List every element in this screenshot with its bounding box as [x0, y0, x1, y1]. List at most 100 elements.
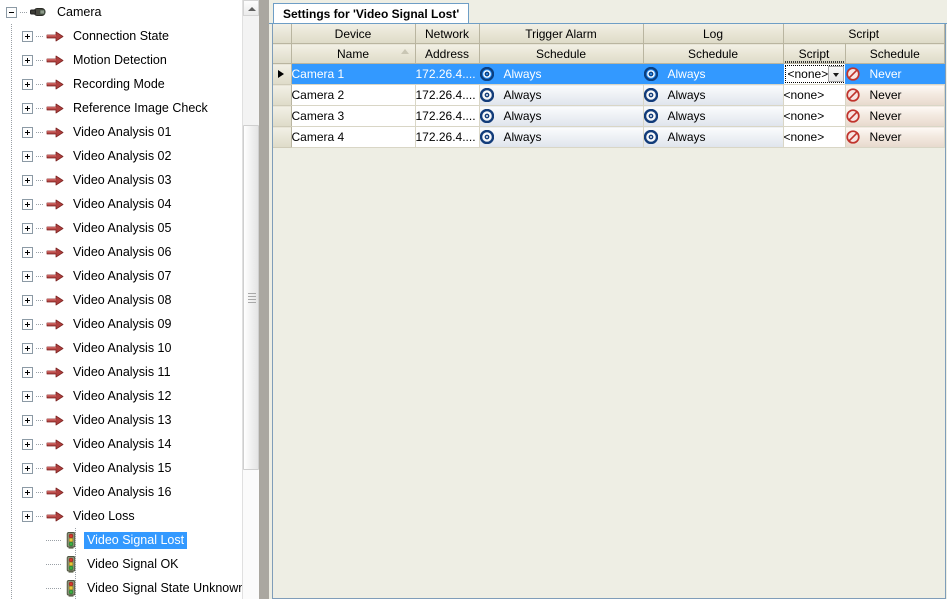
tab-settings-for-event[interactable]: Settings for 'Video Signal Lost'	[273, 3, 470, 24]
tree-scroll-area[interactable]: Camera Connection State Motion Detection Re…	[0, 0, 253, 599]
cell-device-name[interactable]: Camera 4	[291, 126, 416, 148]
tree-node-branch[interactable]: Video Analysis 01	[0, 120, 253, 144]
expander-expand-icon[interactable]	[22, 102, 33, 114]
table-row[interactable]: Camera 4 172.26.4.... Always Always <none> Ne…	[273, 126, 945, 148]
expander-collapse-icon[interactable]	[6, 6, 17, 18]
cell-network-address[interactable]: 172.26.4....	[415, 84, 480, 106]
tree-node-branch[interactable]: Recording Mode	[0, 72, 253, 96]
expander-expand-icon[interactable]	[22, 390, 33, 402]
tree-node-branch[interactable]: Connection State	[0, 24, 253, 48]
grid-group-header[interactable]: Log	[643, 24, 784, 44]
grid-group-header[interactable]: Device	[291, 24, 416, 44]
grid-column-header[interactable]: Schedule	[479, 43, 644, 64]
row-selector-cell[interactable]	[273, 63, 292, 85]
cell-script-schedule[interactable]: Never	[845, 105, 945, 127]
chevron-down-icon[interactable]	[828, 66, 844, 82]
expander-expand-icon[interactable]	[22, 126, 33, 138]
expander-expand-icon[interactable]	[22, 174, 33, 186]
tree-node-branch[interactable]: Video Analysis 11	[0, 360, 253, 384]
scroll-up-button[interactable]	[243, 0, 259, 16]
cell-device-name[interactable]: Camera 2	[291, 84, 416, 106]
expander-expand-icon[interactable]	[22, 198, 33, 210]
tree-node-branch[interactable]: Motion Detection	[0, 48, 253, 72]
cell-log-schedule[interactable]: Always	[643, 63, 784, 85]
tree-node-branch[interactable]: Video Loss	[0, 504, 253, 528]
script-combobox[interactable]: <none>	[784, 65, 844, 83]
expander-expand-icon[interactable]	[22, 270, 33, 282]
tree-node-branch[interactable]: Video Analysis 14	[0, 432, 253, 456]
cell-script-schedule[interactable]: Never	[845, 126, 945, 148]
tree-node-branch[interactable]: Video Analysis 07	[0, 264, 253, 288]
grid-group-header[interactable]: Script	[783, 24, 945, 44]
cell-trigger-alarm-schedule[interactable]: Always	[479, 105, 644, 127]
table-row[interactable]: Camera 2 172.26.4.... Always Always <none> Ne…	[273, 84, 945, 106]
tree-node-branch[interactable]: Video Analysis 15	[0, 456, 253, 480]
grid-group-header[interactable]: Network	[415, 24, 480, 44]
expander-expand-icon[interactable]	[22, 150, 33, 162]
expander-expand-icon[interactable]	[22, 294, 33, 306]
cell-log-schedule[interactable]: Always	[643, 126, 784, 148]
expander-expand-icon[interactable]	[22, 78, 33, 90]
cell-network-address[interactable]: 172.26.4....	[415, 105, 480, 127]
grid-column-header[interactable]: Name	[291, 43, 416, 64]
table-row[interactable]: Camera 1 172.26.4.... Always Always <none> Ne…	[273, 63, 945, 85]
tree-node-branch[interactable]: Video Analysis 09	[0, 312, 253, 336]
row-selector-cell[interactable]	[273, 126, 292, 148]
expander-expand-icon[interactable]	[22, 510, 33, 522]
tree-node-leaf[interactable]: Video Signal State Unknown	[0, 576, 253, 599]
grid-corner-cell[interactable]	[273, 24, 292, 44]
cell-trigger-alarm-schedule[interactable]: Always	[479, 63, 644, 85]
row-selector-cell[interactable]	[273, 105, 292, 127]
row-selector-cell[interactable]	[273, 84, 292, 106]
scrollbar-track-lower[interactable]	[243, 470, 259, 599]
tree-node-branch[interactable]: Video Analysis 12	[0, 384, 253, 408]
expander-expand-icon[interactable]	[22, 54, 33, 66]
cell-trigger-alarm-schedule[interactable]: Always	[479, 84, 644, 106]
cell-script-schedule[interactable]: Never	[845, 63, 945, 85]
cell-log-schedule[interactable]: Always	[643, 84, 784, 106]
tree-node-branch[interactable]: Video Analysis 04	[0, 192, 253, 216]
panel-splitter[interactable]	[259, 0, 269, 599]
cell-device-name[interactable]: Camera 3	[291, 105, 416, 127]
expander-expand-icon[interactable]	[22, 30, 33, 42]
tree-node-branch[interactable]: Video Analysis 06	[0, 240, 253, 264]
expander-expand-icon[interactable]	[22, 366, 33, 378]
cell-script-editor[interactable]: <none>	[783, 63, 846, 85]
grid-group-header[interactable]: Trigger Alarm	[479, 24, 644, 44]
cell-log-schedule[interactable]: Always	[643, 105, 784, 127]
expander-expand-icon[interactable]	[22, 462, 33, 474]
expander-expand-icon[interactable]	[22, 246, 33, 258]
tree-node-branch[interactable]: Video Analysis 05	[0, 216, 253, 240]
scrollbar-thumb[interactable]	[243, 125, 259, 470]
tree-node-branch[interactable]: Video Analysis 13	[0, 408, 253, 432]
tree-node-leaf[interactable]: Video Signal OK	[0, 552, 253, 576]
cell-device-name[interactable]: Camera 1	[291, 63, 416, 85]
grid-corner-cell-2[interactable]	[273, 43, 292, 64]
tree-node-branch[interactable]: Video Analysis 03	[0, 168, 253, 192]
expander-expand-icon[interactable]	[22, 222, 33, 234]
expander-expand-icon[interactable]	[22, 414, 33, 426]
grid-column-header[interactable]: Schedule	[643, 43, 784, 64]
tree-node-leaf[interactable]: Video Signal Lost	[0, 528, 253, 552]
cell-script-schedule[interactable]: Never	[845, 84, 945, 106]
expander-expand-icon[interactable]	[22, 438, 33, 450]
grid-column-header[interactable]: Schedule	[845, 43, 945, 64]
expander-expand-icon[interactable]	[22, 486, 33, 498]
cell-script[interactable]: <none>	[783, 84, 846, 106]
expander-expand-icon[interactable]	[22, 342, 33, 354]
cell-script[interactable]: <none>	[783, 126, 846, 148]
tree-node-branch[interactable]: Reference Image Check	[0, 96, 253, 120]
tree-vertical-scrollbar[interactable]	[242, 0, 259, 599]
table-row[interactable]: Camera 3 172.26.4.... Always Always <none> Ne…	[273, 105, 945, 127]
tree-node-branch[interactable]: Video Analysis 10	[0, 336, 253, 360]
tree-node-branch[interactable]: Video Analysis 16	[0, 480, 253, 504]
tree-node-branch[interactable]: Video Analysis 02	[0, 144, 253, 168]
cell-trigger-alarm-schedule[interactable]: Always	[479, 126, 644, 148]
expander-expand-icon[interactable]	[22, 318, 33, 330]
grid-column-header[interactable]: Script	[783, 43, 846, 64]
cell-network-address[interactable]: 172.26.4....	[415, 63, 480, 85]
tree-node-branch[interactable]: Video Analysis 08	[0, 288, 253, 312]
cell-network-address[interactable]: 172.26.4....	[415, 126, 480, 148]
grid-column-header[interactable]: Address	[415, 43, 480, 64]
tree-node-root[interactable]: Camera	[0, 0, 253, 24]
